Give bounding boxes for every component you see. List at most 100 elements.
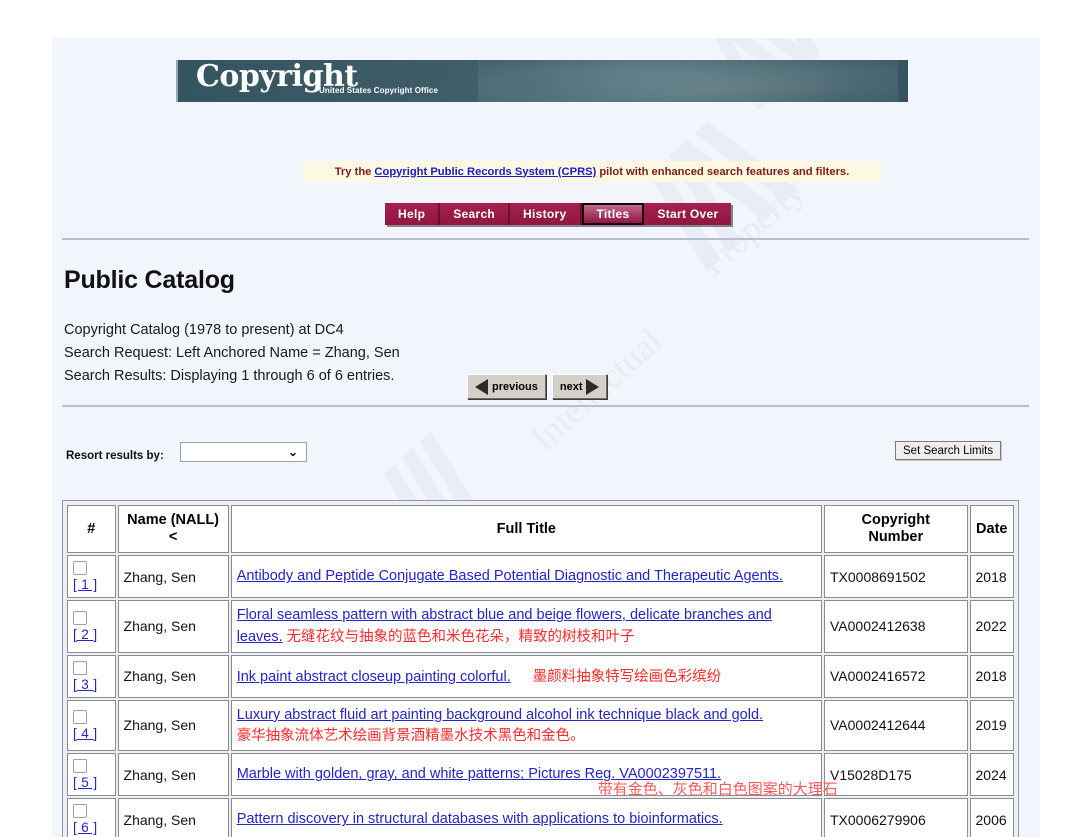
row-copyright-number: VA0002412638: [823, 600, 968, 653]
row-title-cell: Antibody and Peptide Conjugate Based Pot…: [230, 555, 822, 599]
row-annotation: 无缝花纹与抽象的蓝色和米色花朵，精致的树枝和叶子: [286, 628, 635, 645]
divider-bottom: [62, 405, 1029, 407]
cprs-notice-suffix: pilot with enhanced search features and …: [599, 165, 850, 178]
table-row: [ 2 ] Zhang, Sen Floral seamless pattern…: [67, 600, 1014, 653]
table-row: [ 3 ] Zhang, Sen Ink paint abstract clos…: [67, 654, 1014, 698]
row-index-link[interactable]: [ 5 ]: [73, 775, 98, 790]
banner-sub-wordmark: United States Copyright Office: [319, 86, 439, 95]
search-results-line: Search Results: Displaying 1 through 6 o…: [64, 368, 395, 384]
catalog-page: //\\ /// /\\/ Property Intellectual Copy…: [52, 38, 1040, 837]
row-index-cell: [ 6 ]: [67, 798, 116, 837]
resort-results-select[interactable]: ⌄: [180, 442, 307, 462]
header-name[interactable]: Name (NALL) <: [117, 505, 229, 554]
header-copyright-line2: Number: [868, 529, 924, 546]
row-checkbox[interactable]: [73, 804, 87, 819]
row-copyright-number: TX0008691502: [823, 555, 968, 599]
row-name: Zhang, Sen: [117, 798, 229, 837]
row-title-link[interactable]: Luxury abstract fluid art painting backg…: [237, 707, 763, 723]
row-index-cell: [ 2 ]: [67, 600, 116, 653]
row-copyright-number: V15028D175: [823, 753, 968, 797]
results-table-container: # Name (NALL) < Full Title Copyright Num…: [62, 500, 1019, 837]
cprs-link[interactable]: Copyright Public Records System (CPRS): [374, 166, 596, 178]
row-annotation: 墨颜料抽象特写绘画色彩缤纷: [532, 669, 722, 686]
row-title-cell: Marble with golden, gray, and white patt…: [230, 753, 838, 798]
main-navigation: Help Search History Titles Start Over: [385, 203, 732, 225]
row-date: 2006: [969, 798, 1014, 837]
row-copyright-number: VA0002416572: [823, 654, 968, 698]
header-full-title[interactable]: Full Title: [230, 505, 822, 554]
header-number[interactable]: #: [67, 505, 116, 554]
row-name: Zhang, Sen: [117, 600, 229, 653]
row-index-cell: [ 4 ]: [67, 699, 116, 752]
row-title-cell: Pattern discovery in structural database…: [230, 798, 822, 837]
row-date: 2022: [969, 600, 1014, 653]
row-title-link[interactable]: Ink paint abstract closeup painting colo…: [237, 669, 511, 685]
tab-history[interactable]: History: [510, 203, 582, 225]
row-date: 2018: [969, 555, 1014, 599]
divider-top: [62, 238, 1029, 240]
header-copyright-line1: Copyright: [861, 512, 930, 528]
row-checkbox[interactable]: [73, 759, 87, 774]
row-index-link[interactable]: [ 1 ]: [73, 577, 98, 592]
row-date: 2018: [969, 654, 1014, 698]
header-date[interactable]: Date: [969, 505, 1014, 554]
row-index-link[interactable]: [ 2 ]: [73, 627, 98, 642]
row-name: Zhang, Sen: [117, 654, 229, 698]
tab-titles[interactable]: Titles: [581, 203, 645, 225]
row-name: Zhang, Sen: [117, 699, 229, 752]
previous-button-label: previous: [492, 380, 538, 393]
table-row: [ 1 ] Zhang, Sen Antibody and Peptide Co…: [67, 555, 1014, 599]
row-copyright-number: VA0002412644: [823, 699, 968, 752]
tab-start-over[interactable]: Start Over: [644, 203, 732, 225]
tab-search[interactable]: Search: [440, 203, 511, 225]
row-title-link[interactable]: Pattern discovery in structural database…: [237, 811, 723, 827]
tab-help[interactable]: Help: [385, 203, 441, 225]
header-name-sort-indicator: <: [168, 529, 178, 546]
table-row: [ 4 ] Zhang, Sen Luxury abstract fluid a…: [67, 699, 1014, 752]
previous-button[interactable]: previous: [467, 374, 546, 399]
row-title-link[interactable]: Antibody and Peptide Conjugate Based Pot…: [237, 568, 783, 584]
pagination-controls: previous next: [467, 374, 608, 399]
row-annotation: 豪华抽象流体艺术绘画背景酒精墨水技术黑色和金色。: [236, 728, 585, 745]
row-checkbox[interactable]: [73, 660, 87, 675]
catalog-line: Copyright Catalog (1978 to present) at D…: [64, 322, 344, 338]
row-checkbox[interactable]: [73, 610, 87, 625]
row-name: Zhang, Sen: [117, 555, 229, 599]
row-index-cell: [ 3 ]: [67, 654, 116, 698]
row-copyright-number: TX0006279906: [823, 798, 968, 837]
results-table: # Name (NALL) < Full Title Copyright Num…: [65, 503, 1016, 837]
table-row: [ 6 ] Zhang, Sen Pattern discovery in st…: [67, 798, 1014, 837]
page-title: Public Catalog: [64, 266, 235, 294]
resort-results-label: Resort results by:: [66, 450, 164, 462]
cprs-notice-prefix: Try the: [334, 165, 372, 178]
row-title-link[interactable]: Marble with golden, gray, and white patt…: [237, 766, 721, 782]
row-checkbox[interactable]: [73, 561, 87, 576]
row-title-cell: Luxury abstract fluid art painting backg…: [230, 699, 822, 752]
watermark-word-property: Property: [692, 170, 812, 284]
previous-arrow-icon: [475, 378, 488, 395]
cprs-notice-banner: Try the Copyright Public Records System …: [303, 161, 881, 182]
row-index-link[interactable]: [ 3 ]: [73, 677, 98, 692]
table-row: [ 5 ] Zhang, Sen Marble with golden, gra…: [67, 753, 1014, 798]
row-date: 2024: [969, 753, 1014, 797]
row-name: Zhang, Sen: [117, 753, 229, 797]
row-date: 2019: [969, 699, 1014, 752]
chevron-down-icon: ⌄: [287, 445, 298, 459]
banner-ghost-imagery: [478, 60, 898, 102]
header-copyright-number[interactable]: Copyright Number: [823, 505, 968, 554]
next-button[interactable]: next: [551, 374, 608, 399]
row-checkbox[interactable]: [73, 709, 87, 724]
row-title-cell: Ink paint abstract closeup painting colo…: [230, 654, 822, 698]
set-search-limits-button[interactable]: Set Search Limits: [895, 441, 1002, 460]
copyright-office-banner: Copyright United States Copyright Office: [176, 60, 908, 102]
search-request-line: Search Request: Left Anchored Name = Zha…: [64, 345, 400, 361]
header-name-label: Name (NALL): [127, 512, 220, 528]
row-index-cell: [ 1 ]: [67, 555, 116, 599]
row-index-link[interactable]: [ 6 ]: [73, 820, 98, 835]
row-title-cell: Floral seamless pattern with abstract bl…: [230, 600, 822, 653]
row-index-cell: [ 5 ]: [67, 753, 116, 797]
row-index-link[interactable]: [ 4 ]: [73, 726, 98, 741]
table-header-row: # Name (NALL) < Full Title Copyright Num…: [67, 505, 1014, 554]
next-arrow-icon: [586, 378, 600, 395]
next-button-label: next: [559, 380, 583, 393]
